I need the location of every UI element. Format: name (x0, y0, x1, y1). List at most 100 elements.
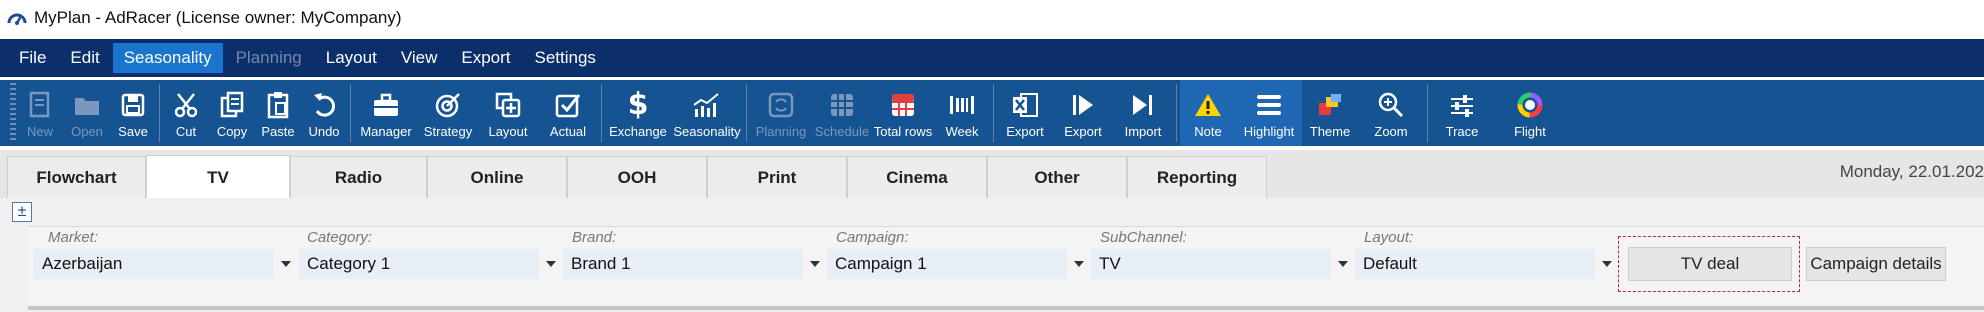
copy-button[interactable]: Copy (209, 80, 255, 146)
undo-button[interactable]: Undo (301, 80, 347, 146)
import-button[interactable]: Import (1113, 80, 1173, 146)
schedule-label: Schedule (814, 124, 870, 139)
seasonality-button[interactable]: Seasonality (671, 80, 743, 146)
highlight-icon (1254, 88, 1284, 122)
brand-select[interactable]: Brand 1 (563, 249, 803, 279)
category-label: Category: (307, 229, 373, 246)
theme-button[interactable]: Theme (1302, 80, 1358, 146)
new-button[interactable]: New (16, 80, 64, 146)
tab-flowchart[interactable]: Flowchart (7, 156, 146, 198)
paste-button[interactable]: Paste (255, 80, 301, 146)
subchannel-select[interactable]: TV (1091, 249, 1331, 279)
planning-label: Planning (755, 124, 807, 139)
tab-cinema[interactable]: Cinema (847, 156, 987, 198)
tab-tv[interactable]: TV (146, 155, 290, 199)
total-rows-button[interactable]: Total rows (872, 80, 934, 146)
new-label: New (26, 124, 53, 139)
paste-label: Paste (261, 124, 295, 139)
sliders-icon (1448, 88, 1476, 122)
total-rows-label: Total rows (873, 124, 933, 139)
brand-label: Brand: (572, 229, 617, 246)
chart-icon (692, 88, 722, 122)
campaign-dropdown-icon[interactable] (1069, 249, 1089, 279)
title-bar: MyPlan - AdRacer (License owner: MyCompa… (0, 0, 1984, 36)
toolbar-separator (601, 84, 602, 142)
manager-button[interactable]: Manager (354, 80, 418, 146)
open-button[interactable]: Open (64, 80, 110, 146)
export-excel-button[interactable]: Export (997, 80, 1053, 146)
export-button[interactable]: Export (1053, 80, 1113, 146)
window-title: MyPlan - AdRacer (License owner: MyCompa… (34, 8, 402, 27)
planning-icon (767, 88, 795, 122)
import-label: Import (1124, 124, 1162, 139)
note-button[interactable]: Note (1180, 80, 1236, 146)
market-label: Market: (48, 229, 99, 246)
manager-label: Manager (360, 124, 412, 139)
campaign-details-button[interactable]: Campaign details (1806, 247, 1946, 281)
open-label: Open (71, 124, 103, 139)
app-logo-icon (4, 5, 30, 31)
campaign-select[interactable]: Campaign 1 (827, 249, 1067, 279)
save-button[interactable]: Save (110, 80, 156, 146)
tab-radio[interactable]: Radio (290, 156, 427, 198)
tv-deal-button[interactable]: TV deal (1628, 247, 1792, 281)
dollar-icon: $ (627, 87, 649, 122)
tab-ooh[interactable]: OOH (567, 156, 707, 198)
category-select[interactable]: Category 1 (299, 249, 539, 279)
menu-seasonality[interactable]: Seasonality (112, 43, 223, 73)
flight-button[interactable]: Flight (1493, 80, 1567, 146)
cut-button[interactable]: Cut (163, 80, 209, 146)
zoom-icon (1377, 88, 1405, 122)
folder-icon (73, 88, 101, 122)
tab-other[interactable]: Other (987, 156, 1127, 198)
layout-button[interactable]: Layout (478, 80, 538, 146)
play-export-icon (1069, 88, 1097, 122)
market-select[interactable]: Azerbaijan (34, 249, 274, 279)
tab-print[interactable]: Print (707, 156, 847, 198)
cut-label: Cut (175, 124, 197, 139)
exchange-button[interactable]: $ Exchange (605, 80, 671, 146)
seasonality-label: Seasonality (673, 124, 741, 139)
trace-label: Trace (1445, 124, 1479, 139)
target-icon (434, 88, 462, 122)
scissors-icon (173, 88, 199, 122)
week-button[interactable]: Week (934, 80, 990, 146)
zoom-button[interactable]: Zoom (1358, 80, 1424, 146)
tab-reporting[interactable]: Reporting (1127, 156, 1267, 198)
layout-add-icon (494, 88, 522, 122)
toolbar-separator (1427, 84, 1428, 142)
category-dropdown-icon[interactable] (541, 249, 561, 279)
menu-planning[interactable]: Planning (225, 43, 313, 73)
theme-label: Theme (1309, 124, 1351, 139)
trace-button[interactable]: Trace (1431, 80, 1493, 146)
actual-button[interactable]: Actual (538, 80, 598, 146)
color-wheel-icon (1516, 88, 1544, 122)
note-label: Note (1194, 124, 1222, 139)
clipboard-icon (265, 88, 291, 122)
market-dropdown-icon[interactable] (276, 249, 296, 279)
menu-view[interactable]: View (390, 43, 449, 73)
import-icon (1129, 88, 1157, 122)
strategy-button[interactable]: Strategy (418, 80, 478, 146)
warning-icon (1193, 88, 1223, 122)
planning-button[interactable]: Planning (750, 80, 812, 146)
layout-label: Layout (488, 124, 528, 139)
layout-select[interactable]: Default (1355, 249, 1595, 279)
highlight-button[interactable]: Highlight (1236, 80, 1302, 146)
ribbon-toolbar: New Open Save Cut Copy Paste Undo Manage… (0, 80, 1984, 146)
new-document-icon (27, 88, 53, 122)
menu-export[interactable]: Export (450, 43, 521, 73)
menu-edit[interactable]: Edit (59, 43, 110, 73)
tab-online[interactable]: Online (427, 156, 567, 198)
brand-dropdown-icon[interactable] (805, 249, 825, 279)
subchannel-dropdown-icon[interactable] (1333, 249, 1353, 279)
menu-settings[interactable]: Settings (524, 43, 607, 73)
subchannel-label: SubChannel: (1100, 229, 1187, 246)
export-label: Export (1064, 124, 1102, 139)
schedule-button[interactable]: Schedule (812, 80, 872, 146)
menu-layout[interactable]: Layout (315, 43, 388, 73)
menu-file[interactable]: File (8, 43, 57, 73)
save-icon (120, 88, 146, 122)
layout-dropdown-icon[interactable] (1597, 249, 1617, 279)
expand-collapse-button[interactable]: ± (12, 202, 32, 222)
